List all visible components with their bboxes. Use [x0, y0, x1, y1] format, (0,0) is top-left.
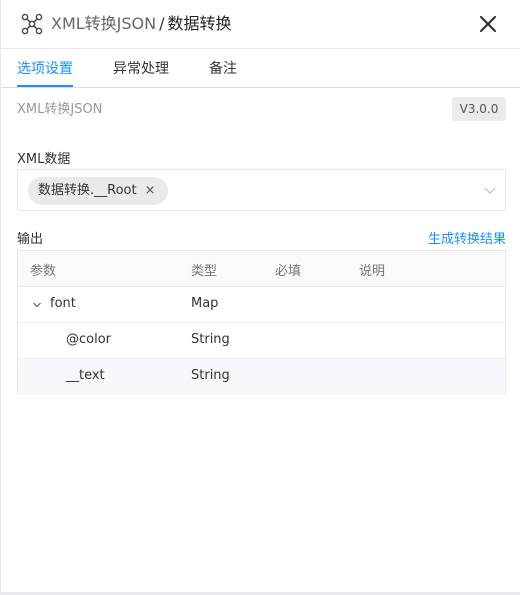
output-table: 参数 类型 必填 说明 font Map @color String __tex…	[17, 250, 506, 395]
column-header-type: 类型	[191, 264, 218, 279]
close-icon[interactable]	[475, 11, 501, 37]
breadcrumb-current: 数据转换	[167, 14, 232, 33]
selected-tag: 数据转换.__Root ×	[28, 177, 168, 205]
tab-notes[interactable]: 备注	[209, 60, 237, 78]
chevron-down-icon[interactable]	[32, 300, 42, 310]
node-network-icon	[21, 13, 43, 35]
column-header-description: 说明	[359, 264, 386, 279]
table-row[interactable]: font Map	[18, 287, 505, 323]
side-panel: XML转换JSON / 数据转换 选项设置 异常处理 备注 XML转换JSON V3…	[0, 0, 520, 595]
param-type: Map	[191, 296, 219, 311]
param-name: __text	[66, 368, 105, 383]
output-label: 输出	[17, 232, 44, 247]
table-row[interactable]: @color String	[18, 323, 505, 359]
version-badge: V3.0.0	[452, 97, 506, 121]
column-header-required: 必填	[275, 264, 302, 279]
param-name: @color	[66, 332, 112, 347]
tab-options[interactable]: 选项设置	[17, 60, 73, 78]
param-name: font	[50, 296, 76, 311]
tag-remove-icon[interactable]: ×	[145, 177, 156, 205]
breadcrumb-parent: XML转换JSON	[51, 14, 157, 33]
chevron-down-icon	[484, 187, 496, 194]
param-type: String	[191, 332, 230, 347]
table-header: 参数 类型 必填 说明	[18, 251, 505, 287]
tab-bar: 选项设置 异常处理 备注	[1, 48, 520, 88]
breadcrumb-separator: /	[159, 14, 165, 33]
table-row[interactable]: __text String	[18, 359, 505, 395]
panel-header: XML转换JSON / 数据转换	[1, 0, 520, 48]
xml-data-select[interactable]: 数据转换.__Root ×	[17, 169, 506, 211]
selected-tag-label: 数据转换.__Root	[38, 183, 137, 198]
param-type: String	[191, 368, 230, 383]
page-title: XML转换JSON / 数据转换	[51, 13, 232, 35]
tab-exception-handling[interactable]: 异常处理	[113, 60, 169, 78]
active-tab-indicator	[17, 85, 73, 87]
column-header-param: 参数	[30, 264, 57, 279]
component-name: XML转换JSON	[17, 102, 103, 117]
xml-data-label: XML数据	[17, 152, 71, 167]
generate-result-link[interactable]: 生成转换结果	[428, 228, 506, 247]
